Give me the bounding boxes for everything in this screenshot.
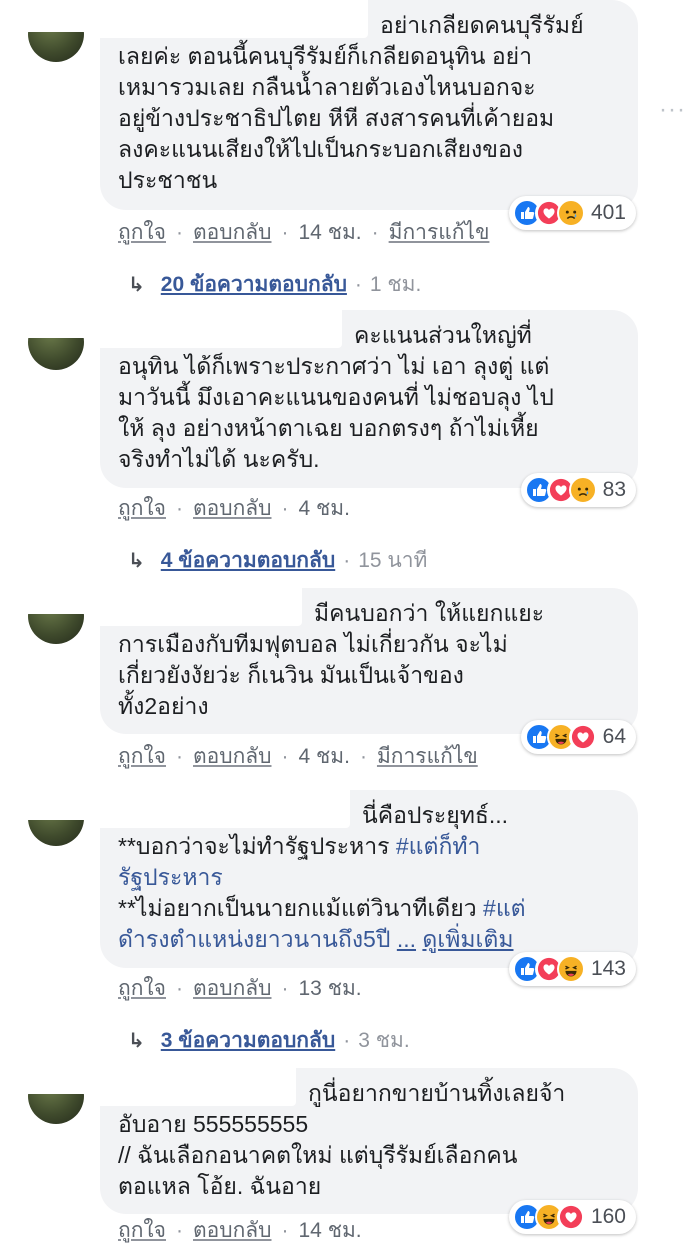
reactions-summary[interactable]: 83 [520,473,636,507]
comment-bubble: กูนี่อยากขายบ้านทิ้งเลยจ้า อับอาย 555555… [100,1066,638,1214]
comment-actions: ถูกใจ · ตอบกลับ · 14 ชม. [118,1214,362,1247]
comment-text-first: นี่คือประยุทธ์... [362,802,509,828]
reactions-summary[interactable]: 160 [508,1200,636,1234]
reply-link[interactable]: ตอบกลับ [193,740,272,773]
name-redaction [100,0,368,38]
reply-link[interactable]: ตอบกลับ [193,1214,272,1247]
line2-text: **บอกว่าจะไม่ทำรัฐประหาร [118,833,396,859]
comment-time[interactable]: 4 ชม. [299,740,350,773]
comment-text-first: อย่าเกลียดคนบุรีรัมย์ [380,12,584,38]
name-redaction [100,586,302,626]
comment-time[interactable]: 14 ชม. [299,216,362,249]
reaction-count: 160 [590,1205,626,1228]
reply-link[interactable]: ตอบกลับ [193,216,272,249]
comment-bubble: นี่คือประยุทธ์... **บอกว่าจะไม่ทำรัฐประห… [100,788,638,968]
comment-time[interactable]: 4 ชม. [299,492,350,525]
separator: · [176,1218,183,1242]
hashtag-link[interactable]: #แต่ก็ทำ [396,833,481,859]
like-link[interactable]: ถูกใจ [118,972,166,1005]
like-link[interactable]: ถูกใจ [118,740,166,773]
edited-label[interactable]: มีการแก้ไข [377,740,478,773]
comment-actions: ถูกใจ · ตอบกลับ · 13 ชม. [118,972,362,1005]
reply-arrow-icon: ↳ [128,550,145,572]
separator: · [359,744,367,768]
view-replies[interactable]: ↳ 3 ข้อความตอบกลับ · 3 ชม. [128,1024,410,1057]
replies-link[interactable]: 3 ข้อความตอบกลับ [161,1024,335,1057]
love-icon [568,723,597,751]
love-icon [556,1203,585,1231]
reply-arrow-icon: ↳ [128,274,145,296]
replies-time: 3 ชม. [358,1029,410,1052]
hashtag-link-continued[interactable]: ดำรงตำแหน่งยาวนานถึง5ปี [118,926,390,952]
comment-text-first: กูนี่อยากขายบ้านทิ้งเลยจ้า [308,1080,566,1106]
comment-actions: ถูกใจ · ตอบกลับ · 4 ชม. · มีการแก้ไข [118,740,478,773]
view-replies[interactable]: ↳ 20 ข้อความตอบกลับ · 1 ชม. [128,268,421,301]
replies-separator: · [343,548,351,572]
edited-label[interactable]: มีการแก้ไข [389,216,490,249]
comment-text-rest: อนุทิน ได้ก็เพราะประกาศว่า ไม่ เอา ลุงตู… [118,353,554,472]
comment-text-first: คะแนนส่วนใหญ่ที่ [354,322,532,348]
reaction-count: 401 [590,201,626,224]
comment-text-first: มีคนบอกว่า ให้แยกแยะ [314,600,545,626]
reply-arrow-icon: ↳ [128,1030,145,1052]
comment-actions: ถูกใจ · ตอบกลับ · 14 ชม. · มีการแก้ไข [118,216,489,249]
replies-link[interactable]: 20 ข้อความตอบกลับ [161,268,347,301]
like-link[interactable]: ถูกใจ [118,216,166,249]
separator: · [371,220,379,244]
separator: · [281,976,289,1000]
separator: · [176,976,183,1000]
separator: · [281,220,289,244]
reactions-summary[interactable]: 401 [508,196,636,230]
reply-link[interactable]: ตอบกลับ [193,492,272,525]
like-link[interactable]: ถูกใจ [118,492,166,525]
like-link[interactable]: ถูกใจ [118,1214,166,1247]
comment-bubble: มีคนบอกว่า ให้แยกแยะ การเมืองกับทีมฟุตบอ… [100,586,638,734]
reaction-count: 83 [602,478,626,501]
comment-actions: ถูกใจ · ตอบกลับ · 4 ชม. [118,492,350,525]
name-redaction [100,308,342,348]
comment-bubble: คะแนนส่วนใหญ่ที่ อนุทิน ได้ก็เพราะประกาศ… [100,308,638,488]
replies-link[interactable]: 4 ข้อความตอบกลับ [161,544,335,577]
separator: · [281,1218,289,1242]
replies-time: 15 นาที [358,549,428,572]
reaction-count: 64 [602,725,626,748]
sad-icon [556,199,585,227]
separator: · [176,220,183,244]
replies-time: 1 ชม. [369,273,422,296]
line4-text: **ไม่อยากเป็นนายกแม้แต่วินาทีเดียว [118,895,484,921]
reactions-summary[interactable]: 143 [508,952,636,986]
haha-icon [556,955,585,983]
sad-icon [568,476,597,504]
comment-text-rest: อับอาย 555555555 // ฉันเลือกอนาคตใหม่ แต… [118,1111,518,1199]
comment-bubble: อย่าเกลียดคนบุรีรัมย์ เลยค่ะ ตอนนี้คนบุร… [100,0,638,210]
separator: · [176,744,183,768]
name-redaction [100,788,350,828]
separator: · [281,744,289,768]
separator: · [176,496,183,520]
comment-text-rest: การเมืองกับทีมฟุตบอล ไม่เกี่ยวกัน จะไม่ … [118,631,508,719]
name-redaction [100,1066,296,1106]
view-replies[interactable]: ↳ 4 ข้อความตอบกลับ · 15 นาที [128,544,427,577]
hashtag-link-continued[interactable]: รัฐประหาร [118,864,223,890]
comment-time[interactable]: 14 ชม. [299,1214,362,1247]
comment-text-rest: เลยค่ะ ตอนนี้คนบุรีรัมย์ก็เกลียดอนุทิน อ… [118,43,555,193]
see-more-link[interactable]: ดูเพิ่มเติม [422,926,513,952]
hashtag-link[interactable]: #แต่ [483,895,526,921]
more-options-icon[interactable]: ··· [659,96,686,124]
replies-separator: · [343,1028,351,1052]
replies-separator: · [354,272,362,296]
ellipsis: ... [396,926,417,952]
reactions-summary[interactable]: 64 [520,720,636,754]
comment-time[interactable]: 13 ชม. [299,972,362,1005]
reaction-count: 143 [590,957,626,980]
reply-link[interactable]: ตอบกลับ [193,972,272,1005]
separator: · [281,496,289,520]
